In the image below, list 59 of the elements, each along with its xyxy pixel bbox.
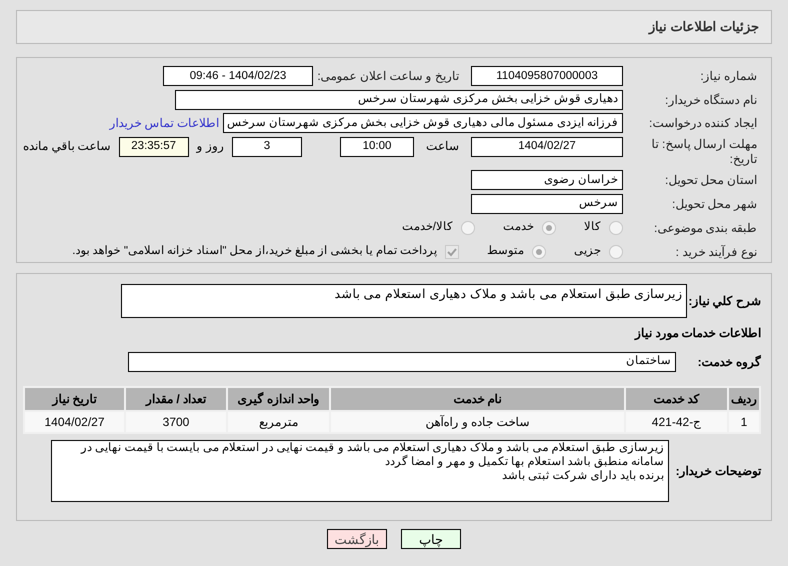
input-field[interactable]: خراسان رضوی bbox=[471, 170, 623, 190]
field-label: توضیحات خریدار: bbox=[674, 463, 761, 480]
input-field[interactable]: سرخس bbox=[471, 194, 623, 214]
column-header: واحد اندازه گیری bbox=[227, 387, 330, 411]
radio-button[interactable] bbox=[461, 220, 475, 235]
field-label: شماره نیاز: bbox=[699, 68, 757, 86]
page-title: جزئیات اطلاعات نیاز bbox=[648, 18, 759, 36]
input-field[interactable]: 10:00 bbox=[340, 136, 414, 157]
field-label: تاریخ و ساعت اعلان عمومی: bbox=[316, 68, 459, 86]
input-field[interactable]: 1104095807000003 bbox=[471, 66, 623, 86]
radio-button[interactable] bbox=[532, 244, 546, 259]
radio-label: کالا/خدمت bbox=[402, 220, 453, 236]
field-label: ایجاد کننده درخواست: bbox=[648, 115, 757, 132]
table-cell: ساخت جاده و راه‌آهن bbox=[330, 411, 625, 433]
print-button[interactable]: چاپ bbox=[401, 529, 461, 549]
column-header: نام خدمت bbox=[330, 387, 625, 411]
column-header: تاریخ نیاز bbox=[24, 387, 125, 411]
input-field[interactable]: ساختمان bbox=[128, 352, 676, 372]
input-field[interactable]: 3 bbox=[232, 136, 302, 157]
field-label: مهلت ارسال پاسخ: تا تاریخ: bbox=[650, 136, 757, 167]
radio-label: جزیی bbox=[574, 244, 601, 259]
input-field[interactable]: فرزانه ایزدی مسئول مالی دهیاری قوش خزایی بخش مرکزی شهرستان سرخس bbox=[223, 113, 623, 134]
input-field[interactable]: 1404/02/23 - 09:46 bbox=[163, 66, 313, 86]
table-cell: ج-42-421 bbox=[625, 411, 728, 433]
input-field[interactable]: دهیاری قوش خزایی بخش مرکزی شهرستان سرخس bbox=[175, 90, 623, 110]
back-button[interactable]: بازگشت bbox=[327, 529, 387, 549]
days-label: روز و bbox=[196, 138, 224, 155]
column-header: کد خدمت bbox=[625, 387, 728, 411]
time-label: ساعت bbox=[426, 138, 459, 155]
section-title: اطلاعات خدمات مورد نیاز bbox=[633, 325, 761, 342]
notes-line: زیرسازی طبق استعلام می باشد و ملاک دهیاری استعلام می باشد و قیمت نهایی در استعلام می بایست با قیمت نهایی در سامانه منطبق باشد استعلام بها تکمیل و مهر و امضا گردد bbox=[80, 441, 664, 469]
checkbox[interactable] bbox=[445, 244, 459, 259]
buyer-contact-link[interactable]: اطلاعات تماس خریدار bbox=[109, 114, 219, 132]
radio-button[interactable] bbox=[542, 220, 556, 235]
radio-label: خدمت bbox=[503, 220, 534, 236]
table-cell: 3700 bbox=[125, 411, 227, 433]
notes-textarea[interactable]: زیرسازی طبق استعلام می باشد و ملاک دهیاری استعلام می باشد و قیمت نهایی در استعلام می بایست با قیمت نهایی در سامانه منطبق باشد استعلام بها تکمیل و مهر و امضا گردد برنده باید دارای شرکت ثبتی باشد bbox=[51, 440, 669, 502]
table-cell: 1404/02/27 bbox=[24, 411, 125, 433]
radio-button[interactable] bbox=[609, 220, 623, 235]
column-header: تعداد / مقدار bbox=[125, 387, 227, 411]
field-label: طبقه بندی موضوعی: bbox=[652, 220, 757, 237]
table-cell: مترمربع bbox=[227, 411, 330, 433]
radio-label: کالا bbox=[584, 220, 601, 236]
radio-label: متوسط bbox=[487, 244, 524, 259]
table-cell: 1 bbox=[728, 411, 760, 433]
field-label: نوع فرآیند خرید : bbox=[674, 244, 757, 261]
field-label: گروه خدمت: bbox=[696, 354, 761, 371]
input-field[interactable]: 1404/02/27 bbox=[471, 136, 623, 157]
field-label: شهر محل تحویل: bbox=[670, 196, 757, 213]
field-label: نام دستگاه خریدار: bbox=[664, 92, 757, 109]
field-label: استان محل تحویل: bbox=[664, 172, 757, 190]
radio-button[interactable] bbox=[609, 244, 623, 259]
checkbox-label: پرداخت تمام یا بخشی از مبلغ خرید،از محل "اسناد خزانه اسلامی" خواهد بود. bbox=[72, 244, 437, 259]
remaining-label: ساعت باقي مانده bbox=[22, 138, 111, 155]
notes-line: برنده باید دارای شرکت ثبتی باشد bbox=[501, 469, 664, 483]
field-label: شرح کلي نیاز: bbox=[687, 293, 761, 310]
countdown-field[interactable]: 23:35:57 bbox=[118, 136, 189, 157]
summary-textarea[interactable]: زیرسازی طبق استعلام می باشد و ملاک دهیاری استعلام می باشد bbox=[121, 284, 687, 318]
column-header: ردیف bbox=[728, 387, 760, 411]
